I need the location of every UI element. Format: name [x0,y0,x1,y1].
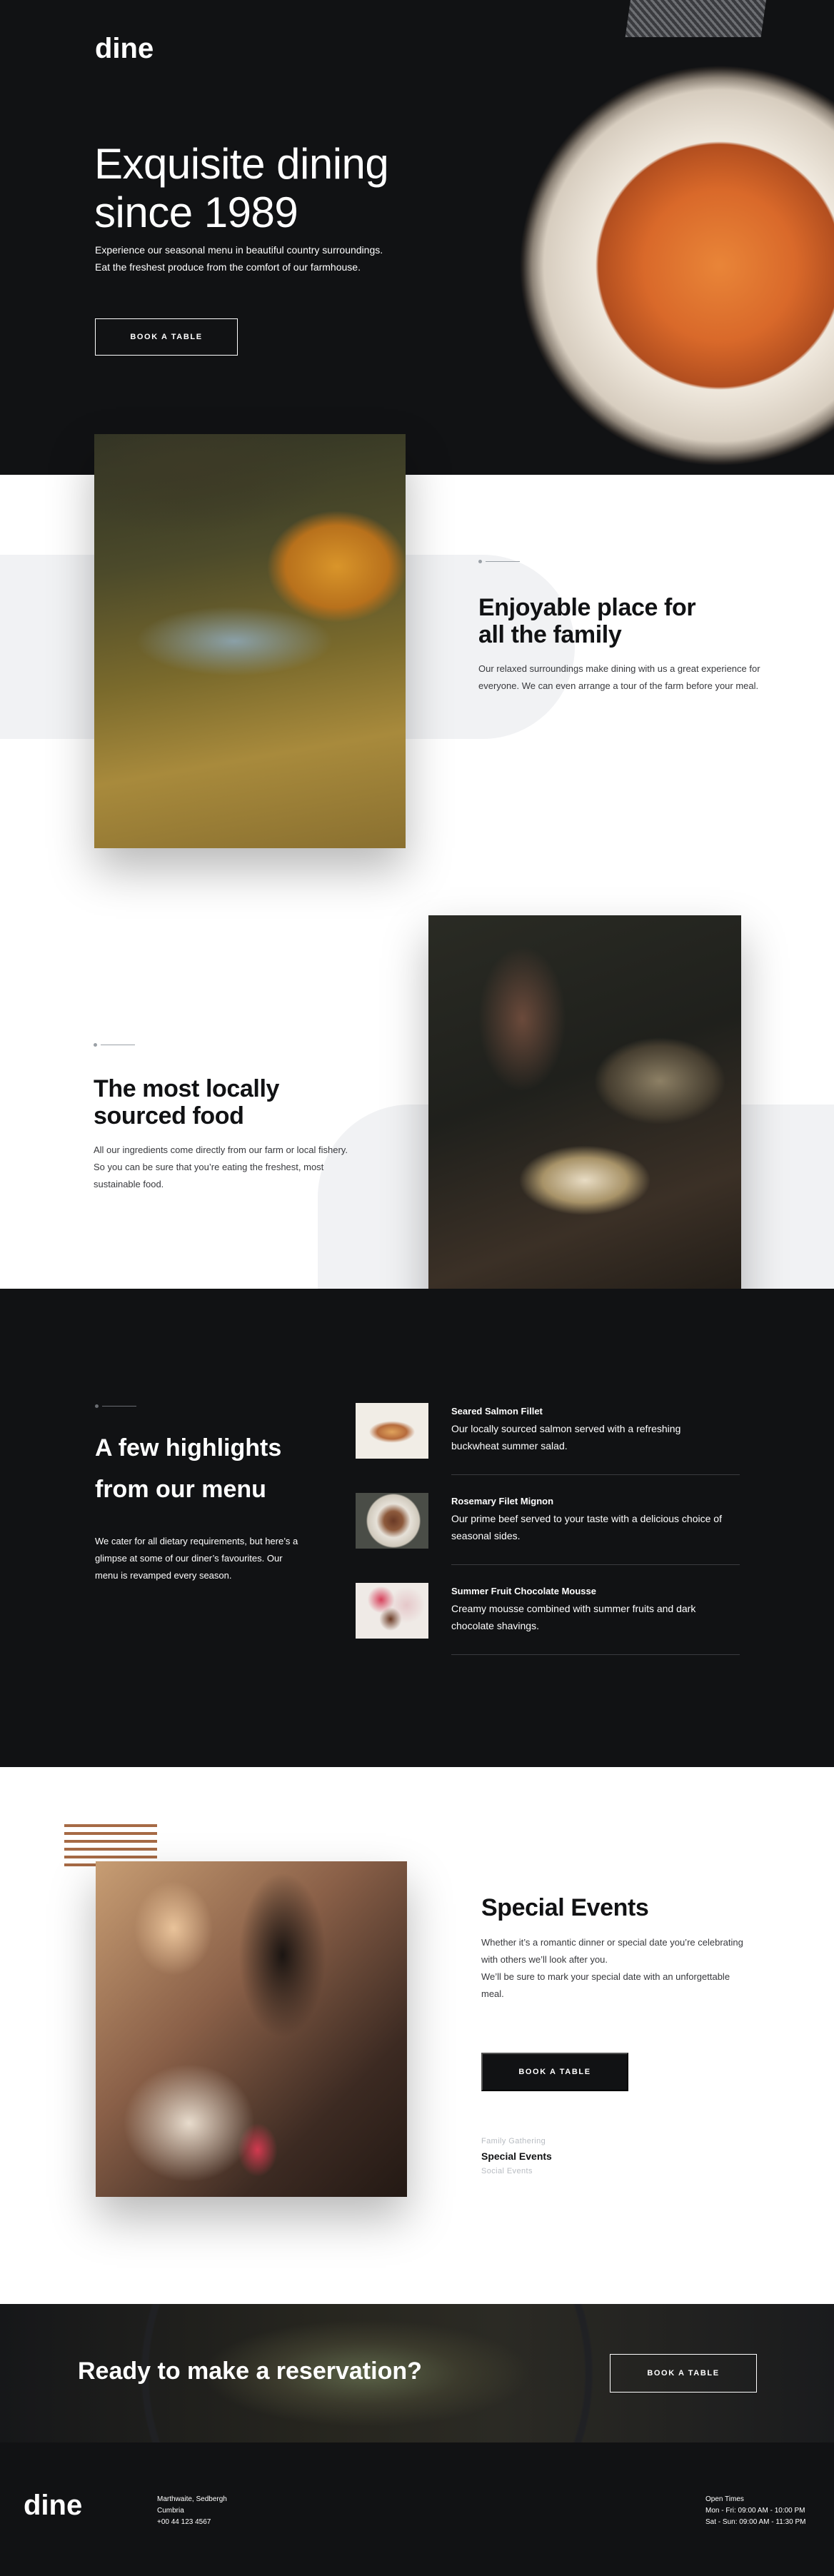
tab-family-gathering[interactable]: Family Gathering [481,2137,546,2145]
menu-kicker-dot [95,1404,99,1408]
footer-address-line: Marthwaite, Sedbergh [157,2495,227,2503]
feature2-description: All our ingredients come directly from o… [94,1144,348,1189]
menu-item-divider [451,1474,740,1475]
cta-title: Ready to make a reservation? [78,2358,422,2385]
hero-description: Experience our seasonal menu in beautifu… [95,244,383,273]
cta-book-table-button[interactable]: BOOK A TABLE [610,2354,757,2393]
menu-item-title: Summer Fruit Chocolate Mousse [451,1586,596,1596]
feature2-title: The most locally sourced food [94,1075,393,1129]
menu-item-title: Rosemary Filet Mignon [451,1496,554,1506]
footer-hours-line: Mon - Fri: 09:00 AM - 10:00 PM [705,2507,805,2515]
menu-kicker-line [102,1406,136,1407]
logo[interactable]: dine [95,33,154,65]
tab-special-events[interactable]: Special Events [481,2150,552,2162]
events-book-table-button[interactable]: BOOK A TABLE [481,2053,628,2091]
feature1-kicker-dot [478,560,482,563]
feature1-title: Enjoyable place for all the family [478,594,778,648]
menu-item: Rosemary Filet Mignon Our prime beef ser… [356,1493,740,1570]
events-section: Special Events Whether it’s a romantic d… [0,1767,834,2304]
hero-title-line1: Exquisite dining [94,140,389,188]
hero-title-line2: since 1989 [94,188,298,236]
footer-address: Marthwaite, Sedbergh Cumbria +00 44 123 … [157,2494,227,2528]
menu-item: Summer Fruit Chocolate Mousse Creamy mou… [356,1583,740,1660]
chocolate-mousse-image [356,1583,428,1639]
feature1-kicker-line [486,561,520,562]
footer-phone: +00 44 123 4567 [157,2518,211,2526]
farm-landscape-image [94,434,406,848]
events-title: Special Events [481,1894,649,1921]
events-description-1: Whether it’s a romantic dinner or specia… [481,1937,743,1965]
feature2-title-line2: sourced food [94,1102,244,1129]
menu-highlights-section: A few highlights from our menu We cater … [0,1289,834,1767]
feature2-title-line1: The most locally [94,1075,280,1102]
hero-section: dine Exquisite dining since 1989 Experie… [0,0,834,475]
menu-item-title: Seared Salmon Fillet [451,1406,543,1417]
menu-item-description: Our locally sourced salmon served with a… [451,1423,681,1451]
feature1-title-line1: Enjoyable place for [478,594,696,621]
tab-social-events[interactable]: Social Events [481,2167,533,2175]
feature1-title-line2: all the family [478,621,622,648]
menu-title: A few highlights from our menu [95,1427,381,1510]
footer-hours-title: Open Times [705,2495,744,2503]
hero-pattern-decoration [625,0,768,37]
footer-logo[interactable]: dine [24,2490,82,2522]
footer: dine Marthwaite, Sedbergh Cumbria +00 44… [0,2442,834,2576]
menu-item-divider [451,1654,740,1655]
footer-address-line: Cumbria [157,2507,184,2515]
menu-description: We cater for all dietary requirements, b… [95,1536,298,1581]
filet-mignon-image [356,1493,428,1549]
reservation-cta-section: Ready to make a reservation? BOOK A TABL… [0,2304,834,2442]
menu-item-divider [451,1564,740,1565]
feature1-description: Our relaxed surroundings make dining wit… [478,663,760,691]
hero-book-table-button[interactable]: BOOK A TABLE [95,318,238,356]
salmon-dish-image [356,1403,428,1459]
chef-plating-image [428,915,741,1329]
menu-title-line1: A few highlights [95,1434,282,1461]
footer-open-times: Open Times Mon - Fri: 09:00 AM - 10:00 P… [705,2494,805,2528]
footer-hours-line: Sat - Sun: 09:00 AM - 11:30 PM [705,2518,806,2526]
menu-item-description: Creamy mousse combined with summer fruit… [451,1603,696,1631]
menu-item-description: Our prime beef served to your taste with… [451,1513,722,1541]
hero-title: Exquisite dining since 1989 [94,140,466,237]
events-description-2: We’ll be sure to mark your special date … [481,1971,730,1999]
menu-item: Seared Salmon Fillet Our locally sourced… [356,1403,740,1480]
menu-title-line2: from our menu [95,1476,266,1503]
special-events-image [96,1861,407,2197]
feature2-kicker-dot [94,1043,97,1047]
hero-pasta-plate-image [506,51,834,475]
